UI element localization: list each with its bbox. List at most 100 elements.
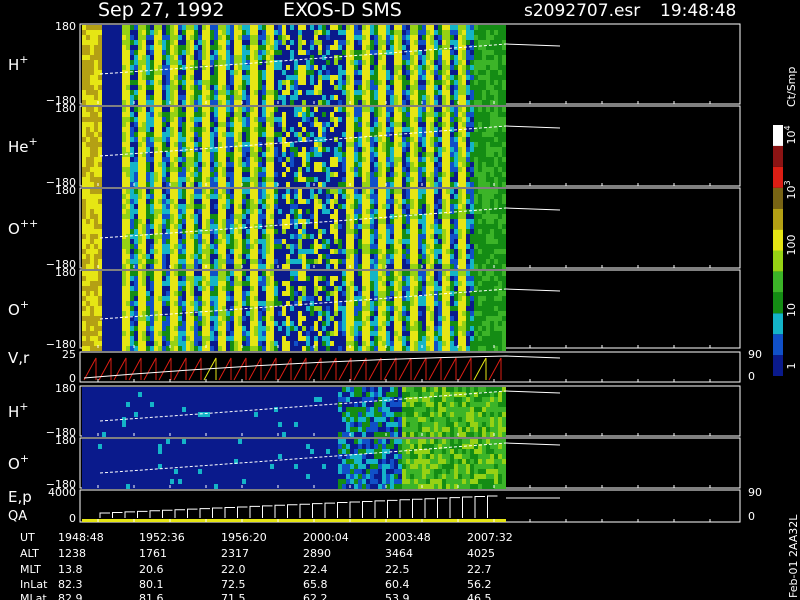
heatmap-cell (126, 85, 130, 90)
heatmap-cell (154, 25, 158, 30)
heatmap-cell (218, 50, 222, 55)
heatmap-cell (126, 55, 130, 60)
heatmap-cell (378, 75, 382, 80)
heatmap-cell (494, 90, 498, 95)
heatmap-cell (142, 107, 146, 112)
heatmap-cell (138, 162, 142, 167)
heatmap-cell (294, 194, 298, 199)
heatmap-cell (482, 40, 486, 45)
heatmap-cell (466, 95, 470, 100)
heatmap-cell (142, 147, 146, 152)
heatmap-cell (354, 95, 358, 100)
heatmap-cell (230, 45, 234, 50)
heatmap-cell (458, 239, 462, 244)
heatmap-cell (250, 177, 254, 182)
heatmap-cell (98, 219, 102, 224)
heatmap-cell (498, 45, 502, 50)
heatmap-cell (334, 254, 338, 259)
heatmap-cell (434, 85, 438, 90)
heatmap-cell (438, 254, 442, 259)
heatmap-cell (466, 157, 470, 162)
heatmap-cell (502, 172, 506, 177)
heatmap-cell (426, 152, 430, 157)
heatmap-cell (450, 30, 454, 35)
heatmap-cell (222, 214, 226, 219)
heatmap-cell (190, 254, 194, 259)
heatmap-cell (402, 107, 406, 112)
heatmap-cell (330, 50, 334, 55)
heatmap-cell (114, 259, 118, 264)
heatmap-cell (246, 239, 250, 244)
heatmap-cell (450, 142, 454, 147)
heatmap-cell (414, 122, 418, 127)
heatmap-cell (374, 204, 378, 209)
heatmap-cell (98, 229, 102, 234)
heatmap-cell (466, 75, 470, 80)
heatmap-cell (162, 152, 166, 157)
heatmap-cell (158, 219, 162, 224)
heatmap-cell (90, 40, 94, 45)
heatmap-cell (366, 167, 370, 172)
heatmap-cell (250, 204, 254, 209)
heatmap-cell (322, 142, 326, 147)
heatmap-cell (214, 264, 218, 269)
heatmap-cell (250, 80, 254, 85)
heatmap-cell (194, 60, 198, 65)
heatmap-cell (198, 204, 202, 209)
heatmap-cell (286, 75, 290, 80)
heatmap-cell (138, 45, 142, 50)
heatmap-cell (198, 244, 202, 249)
heatmap-cell (138, 147, 142, 152)
heatmap-cell (82, 152, 86, 157)
heatmap-cell (462, 204, 466, 209)
heatmap-cell (254, 55, 258, 60)
heatmap-cell (98, 259, 102, 264)
heatmap-cell (286, 177, 290, 182)
heatmap-cell (318, 172, 322, 177)
heatmap-cell (486, 132, 490, 137)
heatmap-cell (162, 30, 166, 35)
heatmap-cell (482, 100, 486, 105)
heatmap-cell (150, 60, 154, 65)
heatmap-cell (502, 107, 506, 112)
heatmap-cell (494, 45, 498, 50)
heatmap-cell (350, 100, 354, 105)
heatmap-cell (478, 75, 482, 80)
heatmap-cell (442, 239, 446, 244)
heatmap-cell (186, 107, 190, 112)
heatmap-cell (186, 122, 190, 127)
heatmap-cell (290, 55, 294, 60)
heatmap-cell (258, 214, 262, 219)
heatmap-cell (314, 162, 318, 167)
heatmap-cell (394, 75, 398, 80)
heatmap-cell (450, 199, 454, 204)
heatmap-cell (258, 117, 262, 122)
heatmap-cell (226, 254, 230, 259)
heatmap-cell (386, 254, 390, 259)
heatmap-cell (306, 25, 310, 30)
heatmap-cell (406, 55, 410, 60)
heatmap-cell (238, 209, 242, 214)
heatmap-cell (210, 85, 214, 90)
heatmap-cell (454, 137, 458, 142)
heatmap-cell (90, 132, 94, 137)
heatmap-cell (242, 40, 246, 45)
heatmap-cell (182, 234, 186, 239)
heatmap-cell (170, 167, 174, 172)
heatmap-cell (290, 209, 294, 214)
heatmap-cell (438, 90, 442, 95)
heatmap-cell (298, 224, 302, 229)
heatmap-cell (350, 244, 354, 249)
heatmap-cell (90, 137, 94, 142)
heatmap-cell (230, 85, 234, 90)
heatmap-cell (206, 204, 210, 209)
heatmap-cell (470, 85, 474, 90)
heatmap-cell (222, 95, 226, 100)
heatmap-cell (246, 107, 250, 112)
heatmap-cell (278, 107, 282, 112)
heatmap-cell (262, 162, 266, 167)
heatmap-cell (474, 55, 478, 60)
heatmap-cell (362, 95, 366, 100)
heatmap-cell (390, 35, 394, 40)
heatmap-cell (162, 50, 166, 55)
